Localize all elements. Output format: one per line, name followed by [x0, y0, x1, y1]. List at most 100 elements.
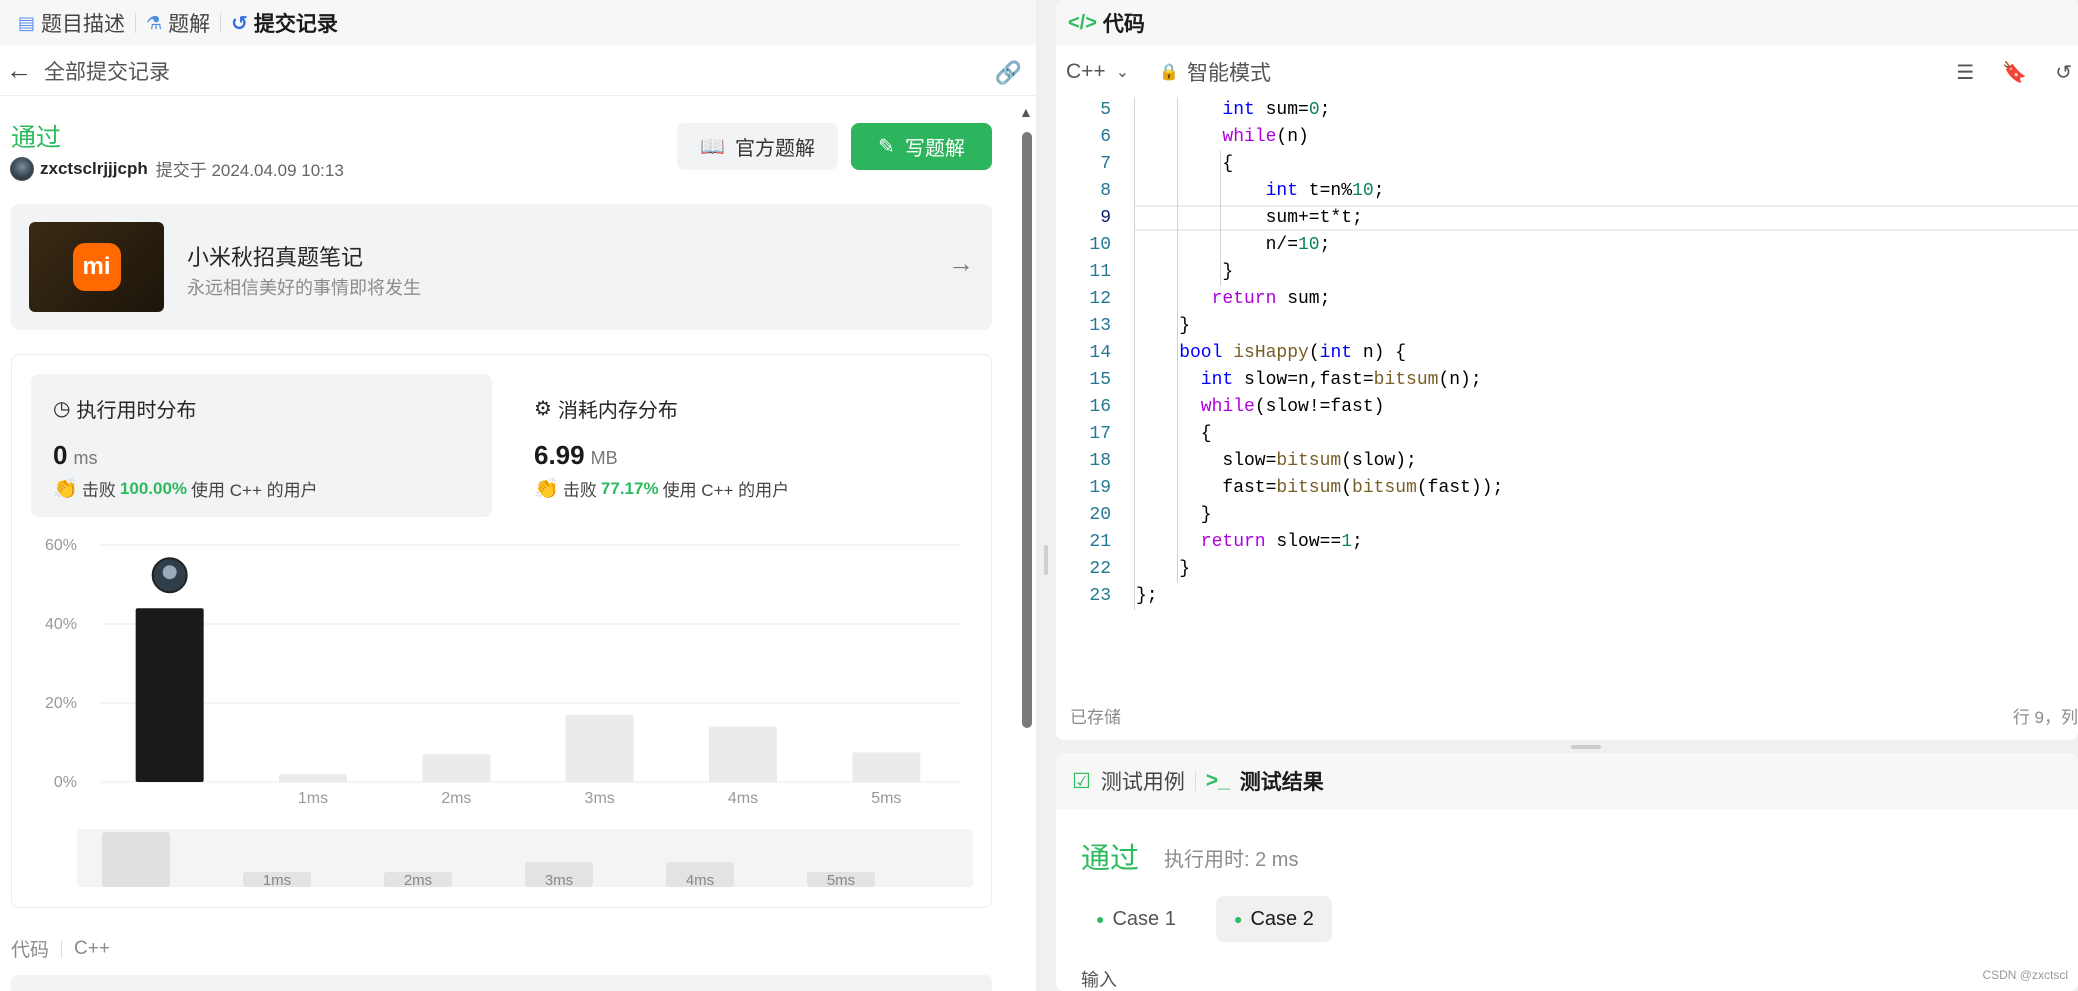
flask-icon: ⚗: [146, 12, 163, 33]
code-line[interactable]: 16 while(slow!=fast): [1056, 394, 2078, 421]
memory-box[interactable]: ⚙ 消耗内存分布 6.99 MB 👏 击败 77.17% 使用 C++ 的用户: [512, 374, 973, 517]
line-number: 8: [1100, 181, 1111, 201]
panel-splitter[interactable]: [1036, 0, 1056, 991]
avatar[interactable]: [10, 156, 34, 181]
overview-tick-label: 2ms: [404, 872, 432, 887]
editor-tool-icons: ☰ 🔖 ↺: [1956, 60, 2072, 85]
line-number: 11: [1089, 262, 1111, 282]
bar[interactable]: [852, 752, 921, 782]
beat-suffix: 使用 C++ 的用户: [191, 481, 318, 500]
language-select[interactable]: C++ ⌄: [1066, 60, 1129, 84]
code-line[interactable]: 23};: [1056, 583, 2078, 610]
tab-label: 题解: [168, 13, 211, 36]
y-tick-label: 0%: [54, 774, 77, 791]
runtime-box[interactable]: ◷ 执行用时分布 0 ms 👏 击败 100.00% 使用 C++ 的用户: [31, 374, 492, 517]
back-arrow-icon[interactable]: ←: [6, 55, 32, 86]
code-language: C++: [74, 937, 110, 959]
tab-solutions[interactable]: ⚗ 题解: [136, 0, 220, 46]
share-link-icon[interactable]: 🔗: [995, 60, 1022, 86]
line-number: 9: [1100, 208, 1111, 228]
promo-banner[interactable]: mi 小米秋招真题笔记 永远相信美好的事情即将发生 →: [11, 204, 992, 330]
edit-icon: ✎: [878, 136, 895, 158]
code-line[interactable]: 12 return sum;: [1056, 286, 2078, 313]
username[interactable]: zxctsclrjjjcph: [40, 159, 148, 179]
banner-title: 小米秋招真题笔记: [187, 245, 364, 270]
tab-submissions[interactable]: ↺ 提交记录: [221, 0, 348, 46]
line-code: return slow==1;: [1200, 532, 1363, 552]
runtime-value: 0 ms: [53, 440, 97, 471]
write-solution-button[interactable]: ✎ 写题解: [851, 123, 992, 170]
memory-title: ⚙ 消耗内存分布: [534, 394, 678, 423]
code-line[interactable]: 15 int slow=n,fast=bitsum(n);: [1056, 367, 2078, 394]
language-value: C++: [1066, 60, 1106, 83]
bookmark-icon[interactable]: 🔖: [2002, 60, 2027, 85]
reset-icon[interactable]: ↺: [2055, 60, 2072, 85]
line-number: 19: [1089, 478, 1111, 498]
line-number: 12: [1089, 289, 1111, 309]
beat-prefix: 击败: [562, 481, 597, 500]
smart-mode-toggle[interactable]: 🔒 智能模式: [1159, 57, 1271, 87]
bar[interactable]: [422, 754, 491, 782]
document-icon: ▤: [18, 12, 36, 33]
bar[interactable]: [565, 714, 634, 782]
bar[interactable]: [135, 608, 204, 782]
bar[interactable]: [709, 726, 777, 782]
cursor-position: 行 9，列: [2012, 708, 2078, 727]
code-line[interactable]: 9 sum+=t*t;: [1056, 205, 2078, 232]
scrollbar-thumb[interactable]: [1022, 132, 1032, 728]
input-label: 输入: [1081, 970, 1117, 990]
runtime-number: 0: [53, 440, 68, 470]
code-line[interactable]: 10 n/=10;: [1056, 232, 2078, 259]
code-editor-panel: </> 代码 C++ ⌄ 🔒 智能模式 ☰ 🔖 ↺ 5 int sum=0; 6…: [1056, 0, 2078, 740]
beat-suffix: 使用 C++ 的用户: [662, 481, 790, 500]
beat-percent: 100.00%: [119, 478, 188, 498]
vertical-splitter-grip[interactable]: [1571, 745, 1601, 749]
official-solution-button[interactable]: 📖 官方题解: [677, 123, 838, 170]
scroll-up-icon[interactable]: ▲: [1019, 104, 1033, 120]
code-line[interactable]: 17 {: [1056, 421, 2078, 448]
chart-overview-slider[interactable]: 1ms 2ms 3ms 4ms 5ms: [77, 829, 973, 887]
banner-image: mi: [29, 222, 164, 312]
indent-guide: [1220, 151, 1222, 286]
submission-status: 通过: [11, 124, 62, 152]
case-2-tab[interactable]: ● Case 2: [1216, 896, 1332, 942]
code-line[interactable]: 7{: [1056, 151, 2078, 178]
all-submissions-link[interactable]: 全部提交记录: [44, 56, 170, 86]
runtime-title-text: 执行用时分布: [76, 400, 197, 422]
line-number: 5: [1100, 100, 1111, 120]
code-line[interactable]: 8 int t=n%10;: [1056, 178, 2078, 205]
code-line[interactable]: 13}: [1056, 313, 2078, 340]
code-line[interactable]: 22}: [1056, 556, 2078, 583]
case-label: Case 1: [1112, 907, 1176, 930]
line-number: 22: [1089, 559, 1111, 579]
code-line[interactable]: 18 slow=bitsum(slow);: [1056, 448, 2078, 475]
tab-description[interactable]: ▤ 题目描述: [8, 0, 135, 46]
line-code: }: [1222, 262, 1234, 282]
code-line[interactable]: 5 int sum=0;: [1056, 97, 2078, 124]
checkbox-icon: ☑: [1072, 769, 1091, 793]
y-tick-label: 40%: [45, 616, 77, 633]
format-icon[interactable]: ☰: [1956, 60, 1974, 85]
code-line[interactable]: 14 bool isHappy(int n) {: [1056, 340, 2078, 367]
line-code: int sum=0;: [1222, 100, 1331, 120]
line-code: {: [1200, 424, 1212, 444]
code-editor[interactable]: 5 int sum=0; 6 while(n) 7{8 int t=n%10; 9 sum+=…: [1056, 97, 2078, 617]
submission-panel: ▤ 题目描述 ⚗ 题解 ↺ 提交记录 ← 全部提交记录 🔗 通过 zxctscl…: [0, 0, 1036, 991]
case-1-tab[interactable]: ● Case 1: [1078, 896, 1194, 942]
clap-icon: 👏: [53, 478, 78, 500]
lock-icon: 🔒: [1159, 64, 1180, 81]
code-line[interactable]: 21 return slow==1;: [1056, 529, 2078, 556]
code-line[interactable]: 20}: [1056, 502, 2078, 529]
code-line[interactable]: 11}: [1056, 259, 2078, 286]
tab-test-result[interactable]: 测试结果: [1240, 766, 1324, 796]
splitter-grip[interactable]: [1044, 545, 1048, 575]
tab-testcase[interactable]: 测试用例: [1101, 766, 1185, 796]
bar[interactable]: [279, 774, 347, 782]
line-code: {: [1222, 154, 1234, 174]
code-line[interactable]: 19 fast=bitsum(bitsum(fast));: [1056, 475, 2078, 502]
runtime-distribution-chart[interactable]: 0% 20% 40% 60% 1ms 2ms 3ms 4ms 5ms: [31, 530, 981, 810]
line-code: };: [1136, 586, 1158, 606]
line-number: 16: [1089, 397, 1111, 417]
code-line[interactable]: 6 while(n): [1056, 124, 2078, 151]
saved-status: 已存储: [1070, 708, 1121, 727]
